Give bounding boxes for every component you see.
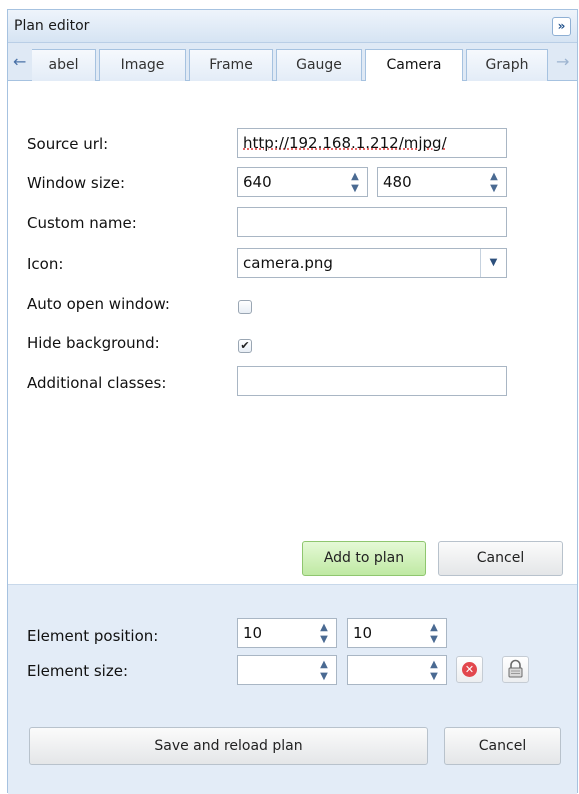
window-width-stepper[interactable]: 640 ▲ ▼ [237,167,368,197]
size-width-stepper[interactable]: ▲ ▼ [237,655,337,685]
custom-name-input[interactable] [237,207,507,237]
remove-size-button[interactable]: ✕ [456,656,483,683]
window-height-spin: ▲ ▼ [482,168,506,196]
tab-image[interactable]: Image [99,49,186,81]
lock-ratio-button[interactable] [502,656,529,683]
spin-down-icon[interactable]: ▼ [487,183,501,194]
icon-select-value: camera.png [243,254,333,272]
panel-title: Plan editor [14,18,90,34]
window-height-stepper[interactable]: 480 ▲ ▼ [377,167,507,197]
save-and-reload-button[interactable]: Save and reload plan [29,727,428,765]
size-height-spin: ▲ ▼ [422,656,446,684]
tab-frame[interactable]: Frame [189,49,273,81]
tab-graph[interactable]: Graph [466,49,548,81]
position-x-value: 10 [243,624,263,642]
title-bar: Plan editor » [8,10,577,43]
save-and-reload-label: Save and reload plan [154,738,303,754]
window-size-label: Window size: [27,174,126,192]
add-to-plan-label: Add to plan [323,550,405,566]
position-x-stepper[interactable]: 10 ▲ ▼ [237,618,337,648]
additional-classes-label: Additional classes: [27,374,167,392]
position-y-value: 10 [353,624,373,642]
bottom-cancel-label: Cancel [478,738,527,754]
window-width-value: 640 [243,173,272,191]
spin-down-icon[interactable]: ▼ [427,671,441,682]
spin-up-icon[interactable]: ▲ [487,171,501,182]
position-y-spin: ▲ ▼ [422,619,446,647]
tab-scroll-right-icon[interactable]: → [556,52,569,71]
tab-label[interactable]: abel [32,49,96,81]
tab-graph-text: Graph [485,57,529,73]
custom-name-label: Custom name: [27,214,137,232]
element-position-label: Element position: [27,627,159,645]
auto-open-window-label: Auto open window: [27,295,170,313]
spin-down-icon[interactable]: ▼ [427,634,441,645]
additional-classes-input[interactable] [237,366,507,396]
position-y-stepper[interactable]: 10 ▲ ▼ [347,618,447,648]
close-circle-icon: ✕ [462,662,477,677]
source-url-label: Source url: [27,135,109,153]
tab-scroll-left-icon[interactable]: ← [13,52,26,71]
size-width-spin: ▲ ▼ [312,656,336,684]
source-url-input[interactable]: http://192.168.1.212/mjpg/ [237,128,507,158]
window-width-spin: ▲ ▼ [343,168,367,196]
element-size-label: Element size: [27,662,129,680]
chevron-down-icon[interactable]: ▼ [480,249,506,277]
tab-gauge-text: Gauge [296,57,342,73]
add-to-plan-button[interactable]: Add to plan [302,541,426,576]
window-height-value: 480 [383,173,412,191]
element-properties-panel: Element position: 10 ▲ ▼ 10 ▲ ▼ Element … [8,584,577,794]
camera-form: Source url: http://192.168.1.212/mjpg/ W… [8,81,577,584]
bottom-cancel-button[interactable]: Cancel [444,727,561,765]
cancel-button[interactable]: Cancel [438,541,563,576]
spin-up-icon[interactable]: ▲ [427,659,441,670]
auto-open-window-checkbox[interactable] [238,300,252,314]
spin-up-icon[interactable]: ▲ [317,622,331,633]
position-x-spin: ▲ ▼ [312,619,336,647]
spin-up-icon[interactable]: ▲ [427,622,441,633]
tab-label-text: abel [48,57,79,73]
spin-down-icon[interactable]: ▼ [348,183,362,194]
hide-background-checkbox[interactable]: ✔ [238,339,252,353]
tab-gauge[interactable]: Gauge [276,49,362,81]
size-height-stepper[interactable]: ▲ ▼ [347,655,447,685]
cancel-label: Cancel [476,550,525,566]
spin-down-icon[interactable]: ▼ [317,634,331,645]
collapse-button[interactable]: » [552,17,571,36]
spin-up-icon[interactable]: ▲ [317,659,331,670]
icon-select[interactable]: camera.png ▼ [237,248,507,278]
spin-up-icon[interactable]: ▲ [348,171,362,182]
tab-camera[interactable]: Camera [365,49,463,82]
tab-strip: ← abel Image Frame Gauge Camera Graph → [8,43,577,82]
lock-icon [508,659,523,678]
source-url-value: http://192.168.1.212/mjpg/ [243,134,447,152]
tab-camera-text: Camera [386,57,442,73]
icon-label: Icon: [27,255,64,273]
hide-background-label: Hide background: [27,334,160,352]
tab-image-text: Image [120,57,165,73]
plan-editor-panel: Plan editor » ← abel Image Frame Gauge C… [7,9,578,794]
spin-down-icon[interactable]: ▼ [317,671,331,682]
tab-frame-text: Frame [209,57,253,73]
